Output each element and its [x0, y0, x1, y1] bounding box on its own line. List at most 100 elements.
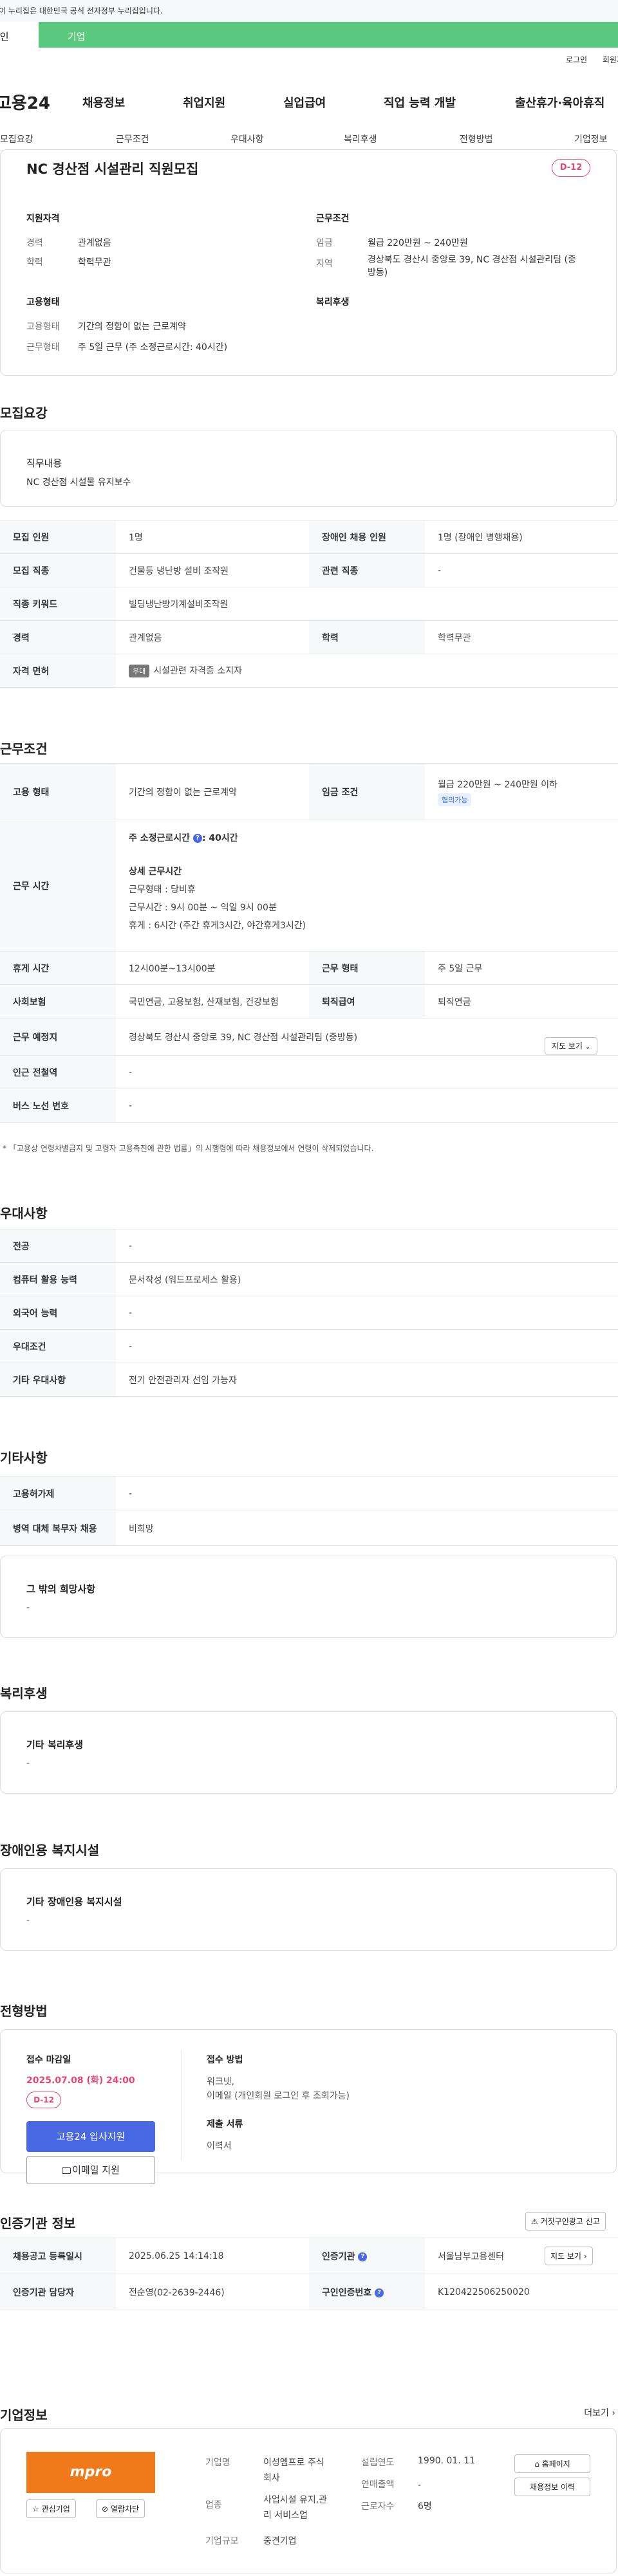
chevron-down-icon: ⌄	[585, 1044, 591, 1051]
gnb-menu-training[interactable]: 직업 능력 개발	[384, 94, 456, 111]
email-apply-button[interactable]: 이메일 지원	[26, 2156, 155, 2184]
career-label: 경력	[26, 238, 43, 248]
email-apply-label: 이메일 지원	[72, 2164, 120, 2176]
job-title: NC 경산점 시설관리 직원모집	[26, 161, 199, 177]
table-row: 경력 관계없음 학력 학력무관	[0, 620, 618, 654]
table-cell-value: 경상북도 경산시 중앙로 39, NC 경산점 시설관리팀 (중방동)	[116, 1018, 618, 1056]
table-cell-label: 근무 형태	[309, 951, 425, 985]
job-history-button[interactable]: 채용정보 이력	[514, 2478, 590, 2496]
tab-enterprise[interactable]: 기업	[68, 30, 86, 43]
company-more-link[interactable]: 더보기 ›	[584, 2406, 615, 2419]
tab-individual[interactable]: 개인	[0, 22, 39, 48]
disability-label: 기타 장애인용 복지시설	[26, 1896, 122, 1908]
area-value-line1: 경상북도 경산시 중앙로 39, NC 경산점 시설관리팀 (중	[368, 255, 576, 265]
recruit-table: 모집 인원 1명 장애인 채용 인원 1명 (장애인 병행채용) 모집 직종 건…	[0, 520, 618, 688]
siren-icon: ⚠	[531, 2217, 538, 2226]
login-link[interactable]: 로그인	[566, 55, 587, 64]
age-notice: * 「고용상 연령차별금지 및 고령자 고용촉진에 관한 법률」의 시행령에 따…	[3, 1144, 374, 1153]
table-cell-label: 퇴직급여	[309, 984, 425, 1018]
tab-preference[interactable]: 우대사항	[230, 133, 264, 145]
table-cell-value: 건물등 냉난방 설비 조작원	[116, 553, 309, 587]
apply-button[interactable]: 고용24 입사지원	[26, 2121, 155, 2152]
table-cell-label: 근무 시간	[0, 820, 116, 952]
table-row: 근무 예정지 경상북도 경산시 중앙로 39, NC 경산점 시설관리팀 (중방…	[0, 1018, 618, 1056]
signup-link[interactable]: 회원가입	[603, 55, 618, 64]
block-icon: ⊘	[102, 2505, 109, 2514]
docs-label: 제출 서류	[207, 2119, 243, 2130]
table-row: 버스 노선 번호 -	[0, 1089, 618, 1123]
other-wishes-label: 그 밖의 희망사항	[26, 1583, 96, 1595]
job-summary-card: NC 경산점 시설관리 직원모집 D-12 지원자격 경력 관계없음 학력 학력…	[0, 149, 617, 376]
industry-label: 업종	[205, 2500, 222, 2510]
etc-table: 고용허가제 - 병역 대체 복무자 채용 비희망	[0, 1476, 618, 1546]
gnb-menu-unemployment[interactable]: 실업급여	[283, 94, 326, 111]
table-cell-label: 자격 면허	[0, 654, 116, 688]
table-cell-label: 장애인 채용 인원	[309, 520, 425, 554]
company-name-line1: 이성엠프로 주식	[263, 2458, 324, 2468]
tab-screening[interactable]: 전형방법	[460, 133, 493, 145]
homepage-button[interactable]: ⌂ 홈페이지	[514, 2454, 590, 2473]
report-fake-ad-label: 거짓구인광고 신고	[540, 2217, 600, 2226]
site-logo[interactable]: 고용24	[0, 90, 50, 114]
agency-label: 인증기관	[322, 2251, 355, 2262]
table-cell-label: 기타 우대사항	[0, 1363, 116, 1397]
hours-detail-line: 휴게 : 6시간 (주간 휴게3시간, 야간휴게3시간)	[129, 921, 306, 931]
conditions-heading: 근무조건	[316, 214, 350, 224]
sales-label: 연매출액	[361, 2479, 395, 2490]
industry-line2: 리 서비스업	[263, 2510, 308, 2521]
sales-value: -	[418, 2480, 422, 2490]
gnb-menu-parental-leave[interactable]: 출산휴가·육아휴직	[515, 94, 604, 111]
table-row: 자격 면허 우대 시설관련 자격증 소지자	[0, 654, 618, 688]
founded-label: 설립연도	[361, 2458, 395, 2468]
gnb-menu-jobs[interactable]: 채용정보	[82, 94, 125, 111]
table-cell-label: 버스 노선 번호	[0, 1089, 116, 1123]
tab-company[interactable]: 기업정보	[574, 133, 608, 145]
table-cell-label: 우대조건	[0, 1329, 116, 1363]
hours-detail-line: 근무형태 : 당비휴	[129, 885, 196, 895]
table-cell-label: 인증기관 ?	[309, 2238, 425, 2274]
table-cell-value: 월급 220만원 ~ 240만원 이하 협의가능	[425, 763, 618, 820]
table-cell-value: 1명	[116, 520, 309, 554]
company-size-value: 중견기업	[263, 2536, 297, 2546]
table-cell-value: -	[425, 553, 618, 587]
tab-welfare[interactable]: 복리후생	[344, 133, 377, 145]
info-icon[interactable]: ?	[358, 2252, 368, 2261]
tab-conditions[interactable]: 근무조건	[116, 133, 149, 145]
employment-type-label: 고용형태	[26, 322, 60, 332]
company-logo: mpro	[26, 2452, 155, 2493]
duty-value: NC 경산점 시설물 유지보수	[26, 477, 131, 488]
tab-recruit[interactable]: 모집요강	[0, 133, 33, 145]
block-view-button[interactable]: ⊘ 열람차단	[96, 2499, 145, 2518]
info-icon[interactable]: ?	[375, 2288, 384, 2297]
table-row: 채용공고 등록일시 2025.06.25 14:14:18 인증기관 ? 서울남…	[0, 2238, 618, 2274]
table-cell-label: 채용공고 등록일시	[0, 2238, 116, 2274]
method-value-line1: 워크넷,	[207, 2077, 235, 2087]
gnb-menu-employment-support[interactable]: 취업지원	[183, 94, 225, 111]
report-fake-ad-button[interactable]: ⚠ 거짓구인광고 신고	[525, 2212, 606, 2231]
table-cell-label: 모집 인원	[0, 520, 116, 554]
preference-badge: 우대	[129, 665, 150, 677]
table-cell-value: 주 소정근로시간 ?: 40시간 상세 근무시간 근무형태 : 당비휴 근무시간…	[116, 820, 618, 952]
table-cell-label: 병역 대체 복무자 채용	[0, 1511, 116, 1546]
screening-section-title: 전형방법	[0, 2003, 48, 2019]
area-value-line2: 방동)	[368, 268, 388, 278]
wage-value: 월급 220만원 ~ 240만원	[368, 238, 468, 248]
info-icon[interactable]: ?	[192, 834, 202, 843]
table-cell-label: 모집 직종	[0, 553, 116, 587]
map-view-button[interactable]: 지도 보기 ⌄	[545, 1037, 598, 1054]
duty-card: 직무내용 NC 경산점 시설물 유지보수	[0, 430, 617, 507]
agency-map-button[interactable]: 지도 보기 ›	[545, 2247, 593, 2265]
industry-line1: 사업시설 유지,관	[263, 2495, 328, 2505]
work-type-label: 근무형태	[26, 342, 60, 353]
favorite-company-button[interactable]: ☆ 관심기업	[26, 2499, 76, 2518]
employment-type-value: 기간의 정함이 없는 근로계약	[78, 322, 186, 332]
table-row: 전공 -	[0, 1229, 618, 1263]
table-cell-label: 임금 조건	[309, 763, 425, 820]
table-row: 병역 대체 복무자 채용 비희망	[0, 1511, 618, 1546]
docs-value: 이력서	[207, 2141, 232, 2151]
recruit-section-title: 모집요강	[0, 405, 48, 421]
table-cell-value: -	[116, 1296, 618, 1330]
other-wishes-card: 그 밖의 희망사항 -	[0, 1556, 617, 1638]
table-cell-label: 직종 키워드	[0, 587, 116, 621]
table-cell-value: 퇴직연금	[425, 984, 618, 1018]
